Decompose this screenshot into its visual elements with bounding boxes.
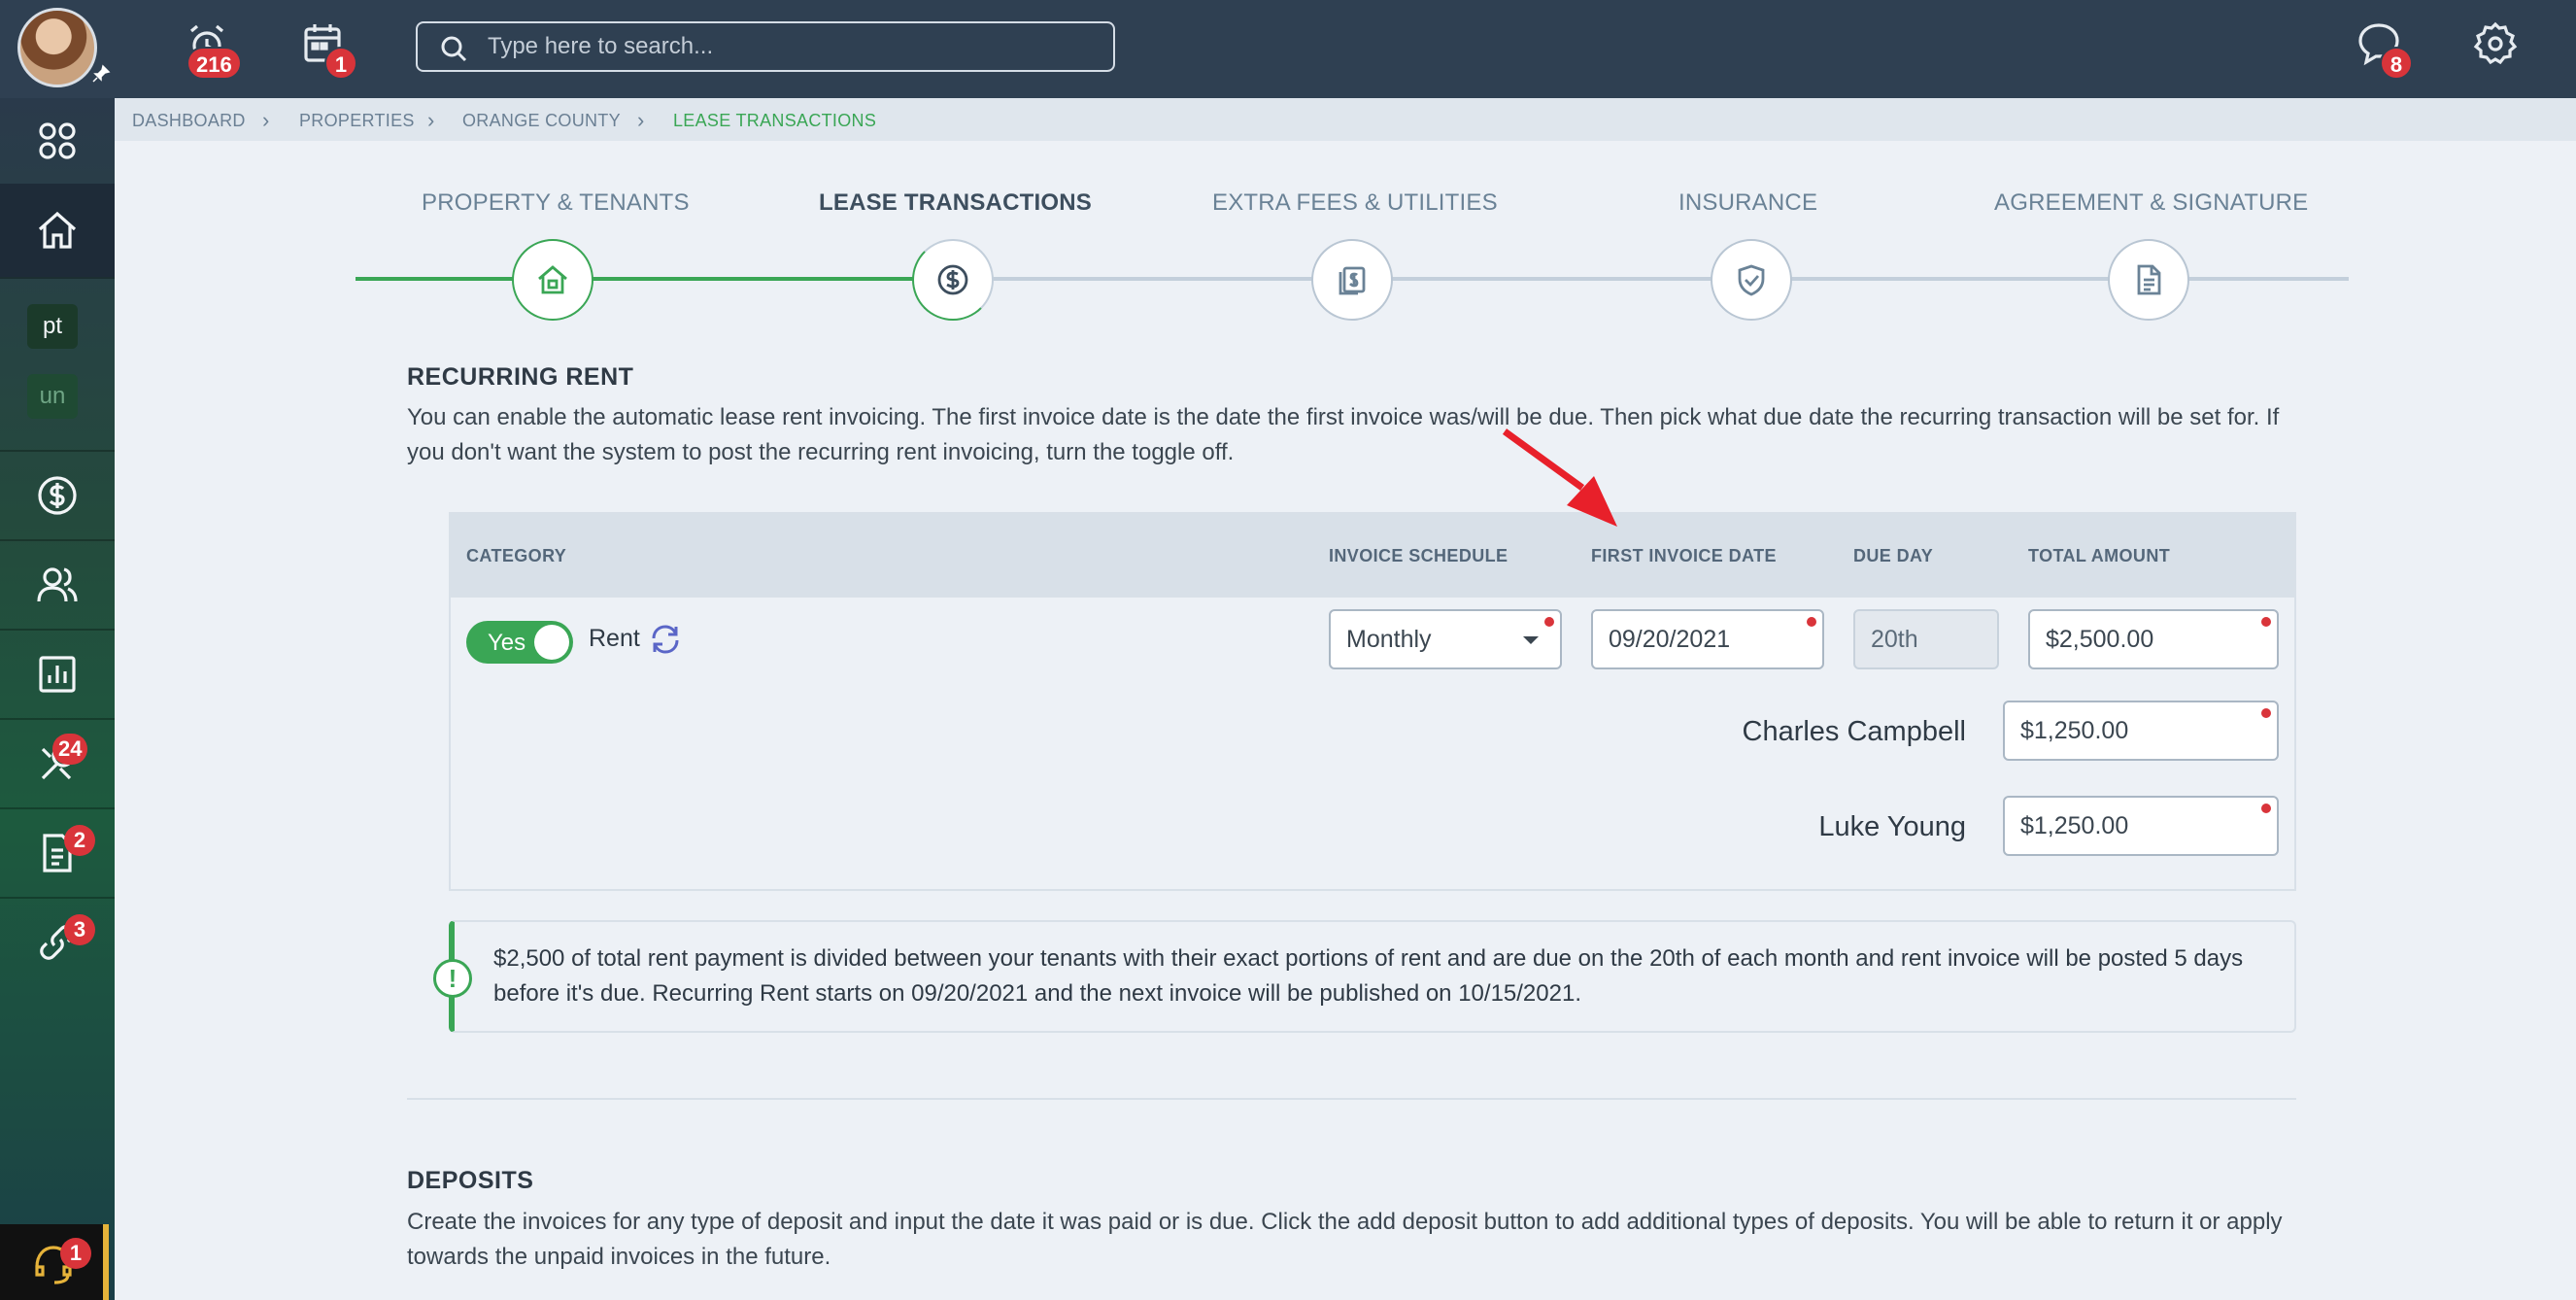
shield-icon (1738, 264, 1765, 296)
pin-icon (91, 64, 111, 84)
alarm-badge: 216 (186, 47, 242, 80)
breadcrumb-lease-transactions: LEASE TRANSACTIONS (673, 111, 877, 130)
house-icon (538, 265, 567, 294)
sidebar-divider (0, 277, 115, 279)
chart-icon (39, 656, 76, 693)
tenant-amount-input[interactable]: $1,250.00 (2003, 701, 2279, 761)
recurring-icon (652, 625, 679, 654)
step-label-insurance[interactable]: INSURANCE (1678, 189, 1817, 217)
sidebar-item-maintenance[interactable] (0, 720, 115, 807)
chevron-right-icon: › (427, 108, 435, 132)
chat-badge: 8 (2380, 47, 2413, 80)
recurring-rent-toggle[interactable]: Yes (466, 621, 573, 664)
total-amount-input[interactable]: $2,500.00 (2028, 609, 2279, 669)
step-extra-fees[interactable] (1311, 239, 1393, 321)
invoice-schedule-select[interactable]: Monthly (1329, 609, 1562, 669)
step-insurance[interactable] (1711, 239, 1792, 321)
required-dot (2261, 804, 2271, 813)
first-invoice-date-value: 09/20/2021 (1609, 626, 1731, 653)
toggle-knob (534, 625, 569, 660)
sidebar-item-pt[interactable]: pt (27, 304, 78, 349)
help-badge: 1 (60, 1238, 91, 1269)
breadcrumb: DASHBOARD › PROPERTIES › ORANGE COUNTY ›… (115, 98, 2576, 141)
user-avatar[interactable] (17, 8, 97, 87)
links-badge: 3 (64, 914, 95, 945)
required-dot (2261, 617, 2271, 627)
sidebar-item-documents[interactable] (0, 809, 115, 897)
annotation-arrow-icon (1502, 428, 1617, 527)
deposits-title: DEPOSITS (407, 1167, 534, 1194)
header-due-day: DUE DAY (1853, 546, 1934, 565)
bills-icon (1339, 266, 1366, 295)
category-label: Rent (589, 625, 640, 652)
step-label-extra-fees[interactable]: EXTRA FEES & UTILITIES (1212, 189, 1498, 217)
section-divider (407, 1098, 2296, 1100)
search-icon (439, 34, 468, 63)
search-input[interactable] (488, 31, 1090, 62)
tenant-amount-input[interactable]: $1,250.00 (2003, 796, 2279, 856)
tenant-amount-value: $1,250.00 (2020, 812, 2129, 839)
breadcrumb-dashboard[interactable]: DASHBOARD (132, 111, 246, 131)
chevron-right-icon: › (637, 108, 645, 132)
table-header: CATEGORY INVOICE SCHEDULE FIRST INVOICE … (451, 514, 2294, 598)
top-bar: 216 1 8 (0, 0, 2576, 98)
tenant-name: Luke Young (1818, 811, 1966, 842)
step-label-agreement[interactable]: AGREEMENT & SIGNATURE (1994, 189, 2308, 217)
first-invoice-date-input[interactable]: 09/20/2021 (1591, 609, 1824, 669)
users-icon (37, 567, 78, 602)
progress-line-complete (356, 277, 952, 281)
required-dot (2261, 708, 2271, 718)
header-category: CATEGORY (466, 546, 567, 565)
sidebar-item-links[interactable] (0, 899, 115, 986)
required-dot (1544, 617, 1554, 627)
grid-icon (39, 122, 76, 159)
header-invoice-schedule: INVOICE SCHEDULE (1329, 546, 1508, 565)
search-box[interactable] (416, 21, 1115, 72)
documents-badge: 2 (64, 825, 95, 856)
recurring-rent-table: CATEGORY INVOICE SCHEDULE FIRST INVOICE … (449, 512, 2296, 891)
tenant-amount-value: $1,250.00 (2020, 717, 2129, 744)
total-amount-value: $2,500.00 (2046, 626, 2154, 653)
step-label-lease-transactions[interactable]: LEASE TRANSACTIONS (819, 189, 1092, 217)
deposits-description: Create the invoices for any type of depo… (407, 1209, 2283, 1270)
invoice-schedule-value: Monthly (1346, 626, 1432, 653)
sidebar-item-accounting[interactable] (0, 452, 115, 539)
dollar-icon (38, 476, 77, 515)
document-icon (2137, 264, 2161, 295)
dollar-icon (937, 264, 968, 295)
recurring-rent-info-text: $2,500 of total rent payment is divided … (493, 945, 2244, 1007)
step-label-property-tenants[interactable]: PROPERTY & TENANTS (422, 189, 690, 217)
tools-badge: 24 (52, 734, 88, 765)
tenant-name: Charles Campbell (1742, 716, 1967, 747)
sidebar: pt un 24 2 3 (0, 98, 115, 1300)
home-icon (38, 211, 77, 249)
sidebar-item-reports[interactable] (0, 631, 115, 718)
chevron-right-icon: › (262, 108, 270, 132)
exclamation-icon: ! (433, 959, 472, 998)
toggle-label: Yes (488, 630, 526, 656)
header-first-invoice-date: FIRST INVOICE DATE (1591, 546, 1777, 565)
calendar-badge: 1 (324, 47, 357, 80)
header-total-amount: TOTAL AMOUNT (2028, 546, 2171, 565)
required-dot (1807, 617, 1816, 627)
recurring-rent-title: RECURRING RENT (407, 363, 634, 391)
sidebar-item-un[interactable]: un (27, 374, 78, 419)
breadcrumb-properties[interactable]: PROPERTIES (299, 111, 415, 131)
breadcrumb-orange-county[interactable]: ORANGE COUNTY (462, 111, 621, 131)
step-agreement[interactable] (2108, 239, 2189, 321)
sidebar-item-people[interactable] (0, 541, 115, 629)
sidebar-item-home[interactable] (0, 184, 115, 277)
caret-down-icon (1523, 636, 1539, 644)
step-lease-transactions[interactable] (912, 239, 994, 321)
step-property-tenants[interactable] (512, 239, 593, 321)
due-day-field: 20th (1853, 609, 1999, 669)
apps-grid-button[interactable] (0, 98, 115, 184)
gear-icon[interactable] (2471, 19, 2520, 68)
due-day-value: 20th (1871, 626, 1918, 653)
help-button[interactable]: 1 (0, 1224, 109, 1300)
recurring-rent-info-box: ! $2,500 of total rent payment is divide… (433, 920, 2296, 1033)
recurring-rent-description: You can enable the automatic lease rent … (407, 404, 2280, 465)
